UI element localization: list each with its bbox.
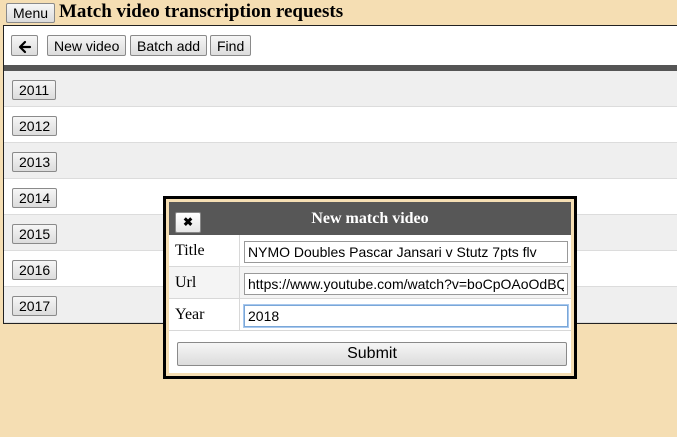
page-title: Match video transcription requests — [59, 1, 344, 22]
column-divider — [239, 267, 240, 298]
back-button[interactable] — [11, 35, 38, 56]
dialog-title: New match video — [311, 210, 429, 227]
column-divider — [239, 235, 240, 266]
url-label: Url — [175, 274, 197, 291]
find-button[interactable]: Find — [210, 35, 252, 56]
year-button-2015[interactable]: 2015 — [12, 224, 58, 244]
year-row: 2012 — [4, 107, 677, 143]
title-input[interactable] — [244, 241, 568, 263]
url-input[interactable] — [244, 273, 568, 295]
year-label: Year — [175, 306, 205, 323]
year-button-2011[interactable]: 2011 — [12, 80, 57, 100]
column-divider — [239, 299, 240, 330]
form-row-year: Year — [169, 299, 571, 331]
dialog-header: ✖ New match video — [169, 202, 571, 235]
new-video-button[interactable]: New video — [47, 35, 127, 56]
batch-add-button[interactable]: Batch add — [130, 35, 208, 56]
toolbar: New video Batch add Find — [4, 26, 677, 65]
year-button-2013[interactable]: 2013 — [12, 152, 58, 172]
year-row: 2011 — [4, 71, 677, 107]
dialog-body: ✖ New match video Title Url Year Submit — [169, 202, 571, 373]
year-button-2012[interactable]: 2012 — [12, 116, 58, 136]
form-row-title: Title — [169, 235, 571, 267]
form-row-url: Url — [169, 267, 571, 299]
year-input[interactable] — [244, 305, 568, 327]
year-button-2014[interactable]: 2014 — [12, 188, 58, 208]
title-label: Title — [175, 242, 205, 259]
year-row: 2013 — [4, 143, 677, 179]
year-button-2016[interactable]: 2016 — [12, 260, 58, 280]
submit-button[interactable]: Submit — [177, 342, 567, 366]
year-button-2017[interactable]: 2017 — [12, 296, 58, 316]
new-match-video-dialog: ✖ New match video Title Url Year Submit — [163, 196, 577, 379]
menu-button[interactable]: Menu — [6, 3, 56, 23]
arrow-left-icon — [18, 40, 31, 53]
